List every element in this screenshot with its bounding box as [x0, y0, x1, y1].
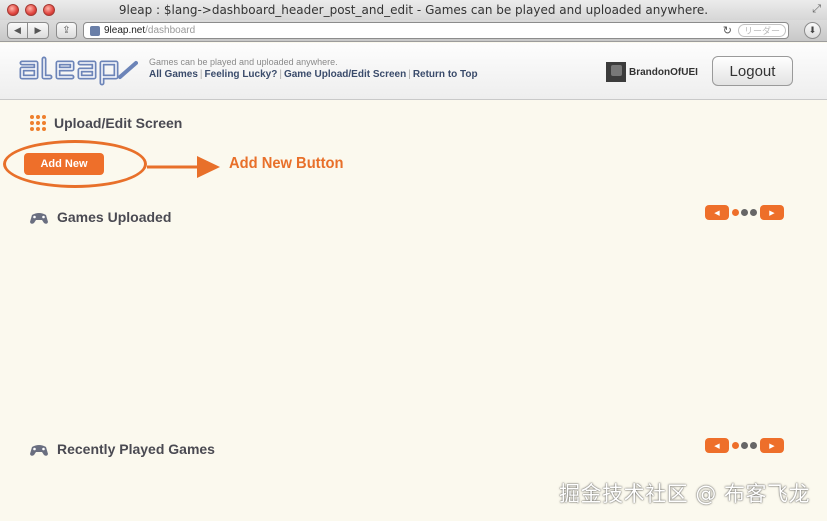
page-title: Upload/Edit Screen [54, 115, 183, 131]
nav-separator: | [199, 69, 203, 80]
address-bar[interactable]: 9leap.net/dashboard ↻ リーダー [83, 22, 789, 39]
nav-link-game-upload[interactable]: Game Upload/Edit Screen [284, 69, 406, 80]
share-button[interactable]: ⇪ [56, 22, 77, 39]
header-nav: All Games | Feeling Lucky? | Game Upload/Edi… [149, 69, 478, 80]
page-dot[interactable] [732, 442, 739, 449]
nav-link-all-games[interactable]: All Games [149, 69, 198, 80]
page-dot[interactable] [750, 442, 757, 449]
gamepad-icon [30, 213, 48, 224]
page-dot[interactable] [741, 442, 748, 449]
next-page-button[interactable]: ▶ [760, 205, 784, 220]
games-uploaded-pager: ◀ ▶ [705, 205, 784, 220]
nav-separator: | [279, 69, 282, 80]
annotation-callout: Add New Button [229, 155, 344, 172]
grid-icon [30, 115, 46, 131]
nav-buttons: ◀ ▶ [7, 22, 49, 39]
downloads-icon[interactable]: ⬇ [804, 22, 821, 39]
add-new-button[interactable]: Add New [24, 153, 104, 175]
browser-toolbar: ◀ ▶ ⇪ 9leap.net/dashboard ↻ リーダー ⬇ [0, 20, 827, 42]
page-dot[interactable] [750, 209, 757, 216]
username[interactable]: BrandonOfUEI [629, 67, 698, 78]
section-title-recently-played: Recently Played Games [57, 441, 215, 457]
previous-page-button[interactable]: ◀ [705, 438, 729, 453]
minimize-window-button[interactable] [25, 4, 37, 16]
gamepad-icon [30, 445, 48, 456]
browser-window: 9leap : $lang->dashboard_header_post_and… [0, 0, 827, 521]
nav-link-return-to-top[interactable]: Return to Top [413, 69, 478, 80]
site-tagline: Games can be played and uploaded anywher… [149, 57, 338, 67]
watermark: 掘金技术社区 @ 布客飞龙 [559, 482, 810, 506]
nav-link-feeling-lucky[interactable]: Feeling Lucky? [205, 69, 278, 80]
window-title: 9leap : $lang->dashboard_header_post_and… [118, 3, 709, 17]
logout-button[interactable]: Logout [712, 56, 793, 86]
page-indicator [732, 209, 757, 216]
next-page-button[interactable]: ▶ [760, 438, 784, 453]
site-favicon-icon [90, 25, 100, 36]
back-button[interactable]: ◀ [7, 22, 28, 39]
annotation-arrow [147, 156, 220, 178]
page-indicator [732, 442, 757, 449]
section-title-games-uploaded: Games Uploaded [57, 209, 172, 225]
page-dot[interactable] [741, 209, 748, 216]
9leap-logo[interactable] [18, 53, 138, 87]
reload-icon[interactable]: ↻ [723, 24, 732, 37]
fullscreen-icon[interactable]: ⤢ [812, 3, 821, 16]
previous-page-button[interactable]: ◀ [705, 205, 729, 220]
forward-button[interactable]: ▶ [28, 22, 49, 39]
title-bar: 9leap : $lang->dashboard_header_post_and… [0, 0, 827, 20]
zoom-window-button[interactable] [43, 4, 55, 16]
site-header: Games can be played and uploaded anywher… [0, 43, 827, 100]
recently-played-pager: ◀ ▶ [705, 438, 784, 453]
url-path: /dashboard [145, 25, 196, 36]
page-dot[interactable] [732, 209, 739, 216]
reader-button[interactable]: リーダー [738, 24, 786, 37]
window-controls [7, 4, 55, 16]
close-window-button[interactable] [7, 4, 19, 16]
url-host: 9leap.net [104, 25, 146, 36]
nav-separator: | [408, 69, 411, 80]
avatar[interactable] [606, 62, 626, 82]
